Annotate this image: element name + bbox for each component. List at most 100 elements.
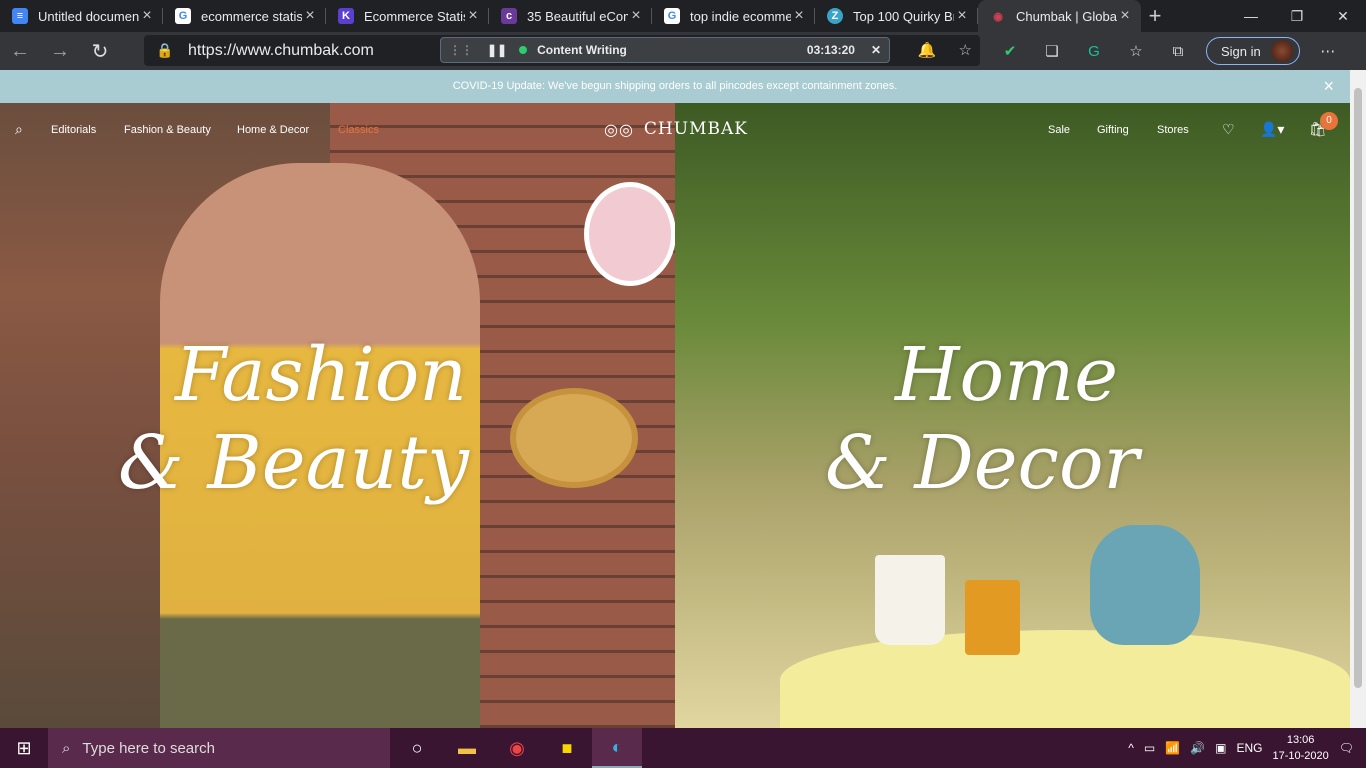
windows-start-icon[interactable]: ⊞ — [0, 728, 48, 768]
owl-logo-icon: ◎◎ — [604, 119, 634, 139]
tab-strip: ≡ Untitled document × G ecommerce statis… — [0, 0, 1366, 32]
teapot — [1090, 525, 1200, 645]
coffee-cup — [875, 555, 945, 645]
close-tab-icon[interactable]: × — [302, 7, 318, 25]
hero-home-decor[interactable]: Home & Decor — [675, 103, 1350, 728]
browser-toolbar: ← → ↻ 🔒 https://www.chumbak.com ⋮⋮ ❚❚ Co… — [0, 32, 1366, 70]
wishlist-heart-icon[interactable]: ♡ — [1222, 121, 1235, 138]
new-tab-button[interactable]: + — [1141, 0, 1169, 32]
tab-chumbak[interactable]: ◉ Chumbak | Global × — [978, 0, 1141, 32]
nav-editorials[interactable]: Editorials — [51, 124, 96, 136]
close-banner-icon[interactable]: × — [1323, 70, 1334, 103]
hero-left-line1: Fashion — [175, 332, 467, 418]
k-icon: K — [338, 8, 354, 24]
collections-icon[interactable]: ⧉ — [1164, 37, 1192, 65]
chumbak-owl-icon: ◉ — [993, 10, 1003, 23]
hero-fashion-beauty[interactable]: Fashion & Beauty — [0, 103, 676, 728]
close-window-button[interactable]: ✕ — [1320, 0, 1366, 32]
hero-left-line2: & Beauty — [118, 420, 469, 506]
nav-home-decor[interactable]: Home & Decor — [237, 124, 309, 136]
scrollbar-thumb[interactable] — [1354, 88, 1362, 688]
sticky-notes-icon[interactable]: ■ — [542, 728, 592, 768]
tab-title: Chumbak | Global — [1016, 8, 1117, 24]
favorites-icon[interactable]: ☆ — [1122, 37, 1150, 65]
tab-untitled-document[interactable]: ≡ Untitled document × — [0, 0, 163, 32]
timer-label: Content Writing — [537, 43, 627, 57]
google-icon: G — [175, 8, 191, 24]
table-background — [780, 630, 1350, 728]
restore-button[interactable]: ❐ — [1274, 0, 1320, 32]
rattan-mirror — [510, 388, 638, 488]
volume-icon[interactable]: 🔊 — [1190, 741, 1205, 755]
minimize-button[interactable]: — — [1228, 0, 1274, 32]
edge-icon[interactable]: ◐ — [592, 728, 642, 768]
close-tab-icon[interactable]: × — [628, 7, 644, 25]
chumbak-logo[interactable]: ◎◎ CHUMBAK — [604, 119, 748, 139]
avatar — [1270, 40, 1293, 62]
chrome-icon[interactable]: ◉ — [492, 728, 542, 768]
nav-gifting[interactable]: Gifting — [1097, 124, 1129, 136]
search-icon[interactable]: ⌕ — [15, 121, 23, 138]
drag-handle-icon[interactable]: ⋮⋮ — [449, 43, 473, 57]
clock[interactable]: 13:06 17-10-2020 — [1272, 732, 1328, 764]
url-text[interactable]: https://www.chumbak.com — [188, 42, 374, 60]
grammarly-icon[interactable]: G — [1080, 37, 1108, 65]
pink-wall-clock — [584, 182, 676, 286]
address-bar[interactable]: 🔒 https://www.chumbak.com ⋮⋮ ❚❚ Content … — [144, 35, 980, 66]
pause-icon[interactable]: ❚❚ — [487, 43, 507, 57]
tab-title: Top 100 Quirky Brands — [853, 8, 954, 24]
task-view-icon[interactable]: ○ — [392, 728, 442, 768]
file-explorer-icon[interactable]: ▬ — [442, 728, 492, 768]
close-timer-icon[interactable]: ✕ — [871, 43, 881, 57]
content-writing-timer-widget[interactable]: ⋮⋮ ❚❚ Content Writing 03:13:20 ✕ — [440, 37, 890, 63]
webpage: Fashion & Beauty Home & Decor COVID-19 U… — [0, 70, 1350, 728]
bookmark-star-icon[interactable]: ☆ — [959, 41, 972, 59]
taskbar-search[interactable]: ⌕ Type here to search — [48, 728, 390, 768]
language-indicator[interactable]: ENG — [1236, 741, 1262, 755]
search-placeholder: Type here to search — [82, 739, 215, 757]
close-tab-icon[interactable]: × — [791, 7, 807, 25]
cart-count-badge: 0 — [1320, 112, 1338, 130]
notifications-blocked-icon[interactable]: 🔔 — [918, 41, 937, 59]
hero-right-line1: Home — [895, 332, 1119, 418]
colorlib-icon: c — [501, 8, 517, 24]
close-tab-icon[interactable]: × — [465, 7, 481, 25]
tab-title: top indie ecommerce — [690, 8, 791, 24]
extension-copy-icon[interactable]: ❏ — [1038, 37, 1066, 65]
battery-icon[interactable]: ▭ — [1144, 741, 1155, 755]
account-icon[interactable]: 👤▾ — [1260, 121, 1284, 138]
lock-icon[interactable]: 🔒 — [156, 42, 173, 59]
reload-button[interactable]: ↻ — [80, 32, 120, 70]
juice-glass — [965, 580, 1020, 655]
more-menu-icon[interactable]: ⋯ — [1314, 37, 1342, 65]
nav-classics[interactable]: Classics — [338, 124, 379, 136]
omnibox-actions: 🔔 ☆ — [918, 41, 972, 59]
notifications-icon[interactable]: 🗨 — [1339, 741, 1354, 755]
sign-in-label: Sign in — [1221, 43, 1261, 59]
nav-stores[interactable]: Stores — [1157, 124, 1189, 136]
page-scrollbar[interactable] — [1350, 70, 1366, 728]
timer-value: 03:13:20 — [806, 43, 855, 57]
show-hidden-icons-icon[interactable]: ^ — [1128, 741, 1134, 755]
tab-top-100-quirky[interactable]: Z Top 100 Quirky Brands × — [815, 0, 978, 32]
tab-35-beautiful[interactable]: c 35 Beautiful eCommerce × — [489, 0, 652, 32]
extensions-area: ✔ ❏ G ☆ ⧉ Sign in ⋯ — [996, 32, 1342, 70]
sign-in-button[interactable]: Sign in — [1206, 37, 1300, 65]
close-tab-icon[interactable]: × — [954, 7, 970, 25]
close-tab-icon[interactable]: × — [139, 7, 155, 25]
nav-sale[interactable]: Sale — [1048, 124, 1070, 136]
tab-title: Untitled document — [38, 8, 139, 24]
wifi-icon[interactable]: 📶 — [1165, 741, 1180, 755]
google-icon: G — [664, 8, 680, 24]
tab-ecommerce-statistics[interactable]: G ecommerce statistics × — [163, 0, 326, 32]
forward-button[interactable]: → — [40, 32, 80, 70]
extension-check-icon[interactable]: ✔ — [996, 37, 1024, 65]
close-tab-icon[interactable]: × — [1117, 7, 1133, 25]
window-controls: — ❐ ✕ — [1228, 0, 1366, 32]
tab-ecommerce-statistics-k[interactable]: K Ecommerce Statistics × — [326, 0, 489, 32]
tab-top-indie[interactable]: G top indie ecommerce × — [652, 0, 815, 32]
nav-fashion-beauty[interactable]: Fashion & Beauty — [124, 124, 211, 136]
display-icon[interactable]: ▣ — [1215, 741, 1226, 755]
back-button[interactable]: ← — [0, 32, 40, 70]
tab-title: 35 Beautiful eCommerce — [527, 8, 628, 24]
